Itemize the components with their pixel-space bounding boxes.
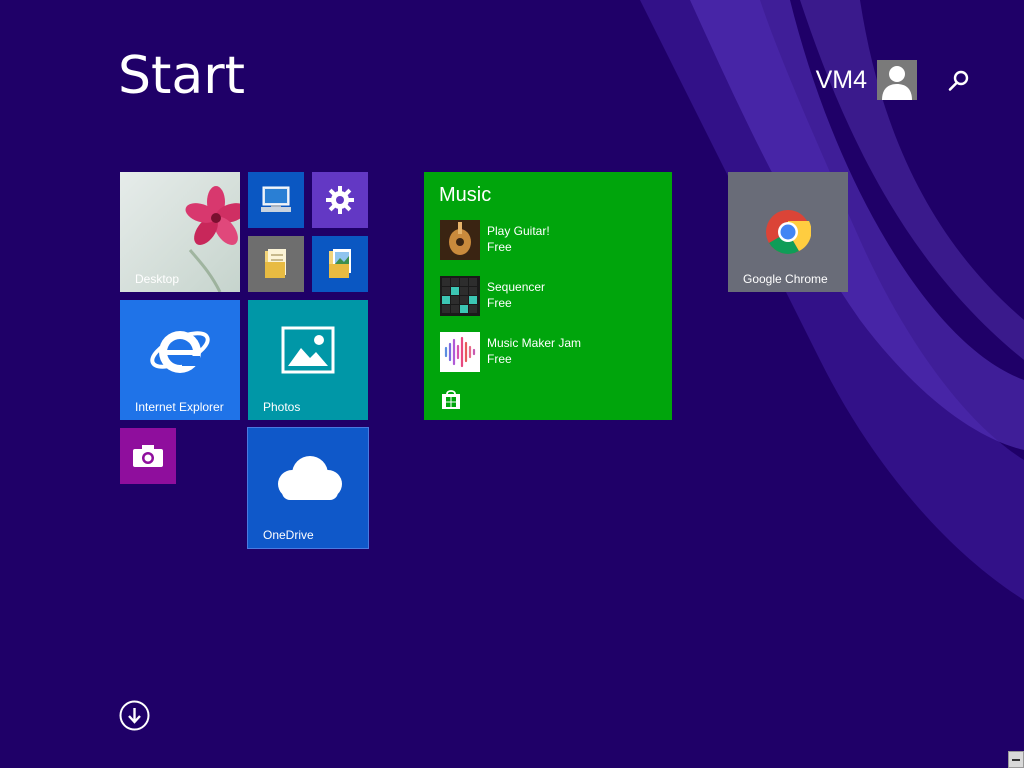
guitar-icon <box>440 220 480 260</box>
music-app-play-guitar[interactable]: Play Guitar! Free <box>440 220 660 260</box>
music-app-sequencer[interactable]: Sequencer Free <box>440 276 660 316</box>
settings-gear-icon <box>326 186 354 214</box>
sequencer-grid-icon <box>440 276 480 316</box>
search-icon[interactable] <box>946 68 972 94</box>
start-title: Start <box>118 46 246 106</box>
tile-photos[interactable]: Photos <box>248 300 368 420</box>
tile-label: Desktop <box>135 272 180 286</box>
app-price: Free <box>487 240 512 254</box>
tile-settings[interactable] <box>312 172 368 228</box>
folder-icon <box>265 249 286 278</box>
tile-label: Google Chrome <box>743 272 828 286</box>
camera-icon <box>133 445 163 467</box>
semantic-zoom-button[interactable] <box>1008 751 1024 768</box>
this-pc-icon <box>261 186 291 212</box>
user-avatar-icon[interactable] <box>877 60 917 100</box>
tile-label: OneDrive <box>263 528 314 542</box>
music-app-music-maker-jam[interactable]: Music Maker Jam Free <box>440 332 660 372</box>
ie-logo-icon <box>150 331 210 373</box>
tile-camera[interactable] <box>120 428 176 484</box>
arrow-down-circle-icon <box>119 700 150 731</box>
waveform-icon <box>440 332 480 372</box>
tile-pictures-library[interactable] <box>312 236 368 292</box>
app-price: Free <box>487 352 512 366</box>
tile-desktop[interactable]: Desktop <box>120 172 240 292</box>
app-price: Free <box>487 296 512 310</box>
tile-this-pc[interactable] <box>248 172 304 228</box>
tile-label: Photos <box>263 400 301 414</box>
app-name: Play Guitar! <box>487 224 550 238</box>
tile-label: Internet Explorer <box>135 400 224 414</box>
app-name: Music Maker Jam <box>487 336 582 350</box>
music-title: Music <box>439 184 492 206</box>
tile-internet-explorer[interactable]: Internet Explorer <box>120 300 240 420</box>
photos-icon <box>281 326 335 374</box>
all-apps-button[interactable] <box>119 700 150 731</box>
store-bag-icon[interactable] <box>440 388 462 410</box>
cloud-icon <box>278 456 342 500</box>
chrome-logo-icon <box>766 210 811 254</box>
library-icon <box>329 249 351 278</box>
user-account[interactable]: VM4 <box>816 60 917 100</box>
tile-documents[interactable] <box>248 236 304 292</box>
app-name: Sequencer <box>487 280 546 294</box>
tile-google-chrome[interactable]: Google Chrome <box>728 172 848 292</box>
tile-music[interactable]: Music Play Guitar! Free Sequencer Free M… <box>424 172 672 420</box>
tile-onedrive[interactable]: OneDrive <box>247 427 369 549</box>
user-name: VM4 <box>815 65 867 94</box>
